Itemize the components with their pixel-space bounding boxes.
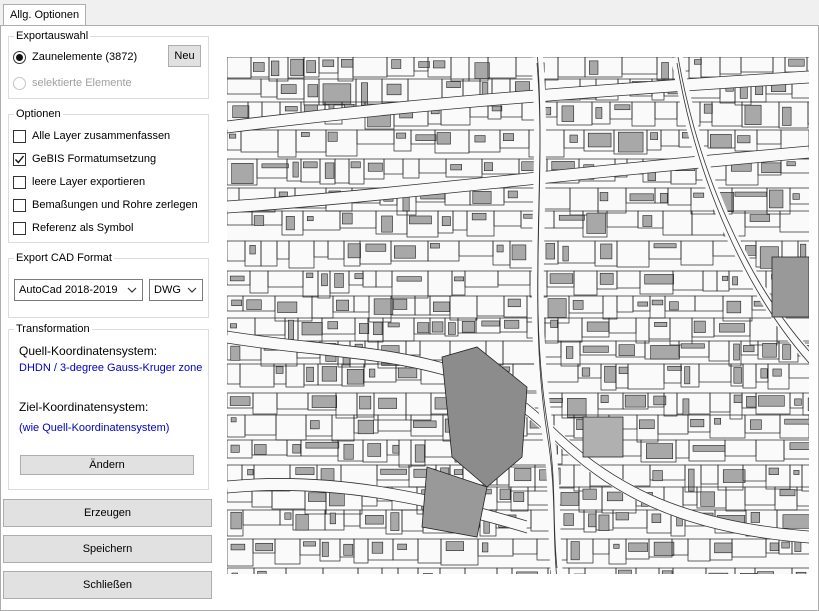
options-legend: Optionen [14, 107, 63, 121]
close-button[interactable]: Schließen [3, 571, 212, 599]
autocad-version-value: AutoCad 2018-2019 [19, 284, 118, 296]
transformation-legend: Transformation [14, 322, 92, 336]
option-merge-layers[interactable]: Alle Layer zusammenfassen [9, 127, 170, 145]
option-explode-dims[interactable]: Bemaßungen und Rohre zerlegen [9, 196, 198, 214]
target-crs-label: Ziel-Koordinatensystem: [19, 400, 149, 414]
parcel-layer [227, 57, 809, 574]
chevron-down-icon [187, 287, 197, 293]
checkbox-reference-symbol[interactable] [13, 221, 26, 235]
option-gebis-format-label: GeBIS Formatumsetzung [32, 153, 157, 165]
option-reference-symbol-label: Referenz als Symbol [32, 222, 134, 234]
checkbox-gebis-format[interactable] [13, 152, 26, 166]
options-group: Optionen Alle Layer zusammenfassen GeBIS… [8, 107, 209, 243]
source-crs-value: DHDN / 3-degree Gauss-Kruger zone [19, 362, 203, 374]
chevron-down-icon [127, 287, 137, 293]
source-crs-label: Quell-Koordinatensystem: [19, 344, 158, 358]
new-button[interactable]: Neu [168, 45, 201, 67]
autocad-version-select[interactable]: AutoCad 2018-2019 [14, 279, 143, 301]
cadastral-map-drawing [227, 57, 809, 574]
radio-fence-label: Zaunelemente (3872) [32, 51, 138, 63]
save-button[interactable]: Speichern [3, 535, 212, 563]
option-merge-layers-label: Alle Layer zusammenfassen [32, 130, 171, 142]
radio-selected-label: selektierte Elemente [32, 77, 132, 89]
radio-fence-elements[interactable] [13, 50, 26, 64]
checkbox-empty-layers[interactable] [13, 175, 26, 189]
tab-general-options[interactable]: Allg. Optionen [3, 4, 87, 26]
radio-selected-elements [13, 76, 26, 90]
create-button[interactable]: Erzeugen [3, 499, 212, 527]
option-gebis-format[interactable]: GeBIS Formatumsetzung [9, 150, 156, 168]
map-preview[interactable] [227, 57, 809, 574]
file-type-select[interactable]: DWG [149, 279, 203, 301]
export-selection-legend: Exportauswahl [14, 29, 91, 43]
option-empty-layers-label: leere Layer exportieren [32, 176, 146, 188]
option-explode-dims-label: Bemaßungen und Rohre zerlegen [32, 199, 198, 211]
checkbox-merge-layers[interactable] [13, 129, 26, 143]
export-selection-group: Exportauswahl Zaunelemente (3872) selekt… [8, 29, 209, 99]
checkmark-icon [14, 155, 25, 164]
radio-row-fence[interactable]: Zaunelemente (3872) [9, 48, 137, 66]
export-format-group: Export CAD Format AutoCad 2018-2019 DWG [8, 251, 209, 318]
checkbox-explode-dims[interactable] [13, 198, 26, 212]
tab-strip: Allg. Optionen [0, 0, 819, 26]
transformation-group: Transformation Quell-Koordinatensystem: … [8, 322, 209, 490]
option-empty-layers[interactable]: leere Layer exportieren [9, 173, 145, 191]
option-reference-symbol[interactable]: Referenz als Symbol [9, 219, 134, 237]
radio-row-selected: selektierte Elemente [9, 74, 132, 92]
target-crs-value: (wie Quell-Koordinatensystem) [19, 422, 170, 434]
file-type-value: DWG [154, 284, 181, 296]
change-button[interactable]: Ändern [20, 455, 194, 475]
export-format-legend: Export CAD Format [14, 251, 114, 265]
